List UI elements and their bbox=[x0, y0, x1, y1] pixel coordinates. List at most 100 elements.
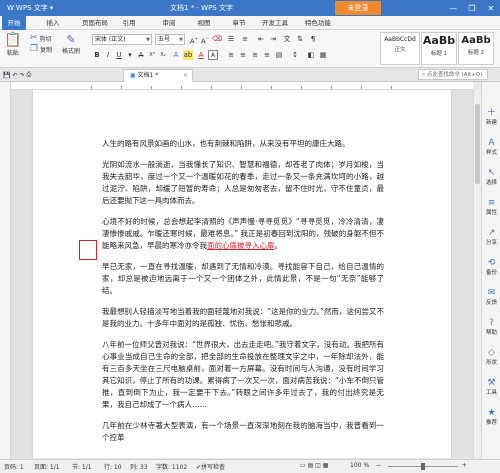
panel-new[interactable]: ＋ 新建 bbox=[482, 108, 500, 126]
paragraph: 几年前在少林寺著大型表演，有一个场景一直深深地刻在我的脑海当中，我曾看到一个控革 bbox=[102, 421, 384, 442]
close-tab-icon[interactable]: ✕ bbox=[183, 70, 188, 82]
spellcheck-button[interactable]: ✔拼写检查 bbox=[196, 462, 225, 471]
panel-label: 分享 bbox=[485, 240, 497, 246]
panel-styles[interactable]: A 样式 bbox=[482, 138, 500, 156]
distribute-icon[interactable]: ▤ bbox=[274, 50, 284, 60]
panel-label: 选择 bbox=[485, 180, 497, 186]
font-color-dropdown[interactable]: ▾ bbox=[125, 50, 135, 60]
copy-icon: ❐ bbox=[30, 44, 39, 54]
tab-references[interactable]: 引用 bbox=[118, 16, 140, 30]
numbered-list-icon[interactable]: ≡ bbox=[240, 34, 250, 44]
panel-select[interactable]: ↖ 选择 bbox=[482, 168, 500, 186]
zoom-slider-handle[interactable] bbox=[421, 463, 425, 470]
tab-page-layout[interactable]: 页面布局 bbox=[78, 16, 112, 30]
panel-shapes[interactable]: ◇ 形状 bbox=[482, 348, 500, 366]
redo-icon[interactable]: ↷ bbox=[20, 72, 25, 79]
line-spacing-icon[interactable]: ↕ bbox=[290, 50, 300, 60]
font-name-select[interactable]: 宋体 (正文) ▼ bbox=[92, 34, 152, 45]
underline-button[interactable]: U bbox=[114, 50, 124, 60]
window-title: 文档1 * - WPS 文字 bbox=[170, 4, 233, 12]
tab-developer[interactable]: 开发工具 bbox=[258, 16, 292, 30]
sort-icon[interactable]: ⇅ bbox=[295, 34, 305, 44]
document-tab-bar: 💾 ↶ ↷ ⎙ ▣ 文档1 * ✕ ⌕ 点此查找命令 (Alt+Q) bbox=[0, 68, 500, 82]
zoom-out-button[interactable]: − bbox=[376, 462, 381, 469]
brush-icon: ✎ bbox=[66, 33, 76, 46]
text-effect-button[interactable]: A bbox=[171, 50, 181, 60]
new-icon: ＋ bbox=[486, 108, 496, 118]
restore-button[interactable]: ❐ bbox=[463, 1, 481, 15]
tab-chapter[interactable]: 章节 bbox=[228, 16, 250, 30]
cut-button[interactable]: ✂ 剪切 bbox=[30, 34, 52, 44]
status-section: 节: 1/1 bbox=[72, 464, 92, 471]
view-mode-icons[interactable]: ▭ ▤ ◫ ▦ bbox=[300, 462, 328, 469]
style-heading-2[interactable]: AaBb 标题 2 bbox=[458, 32, 494, 65]
style-heading-1[interactable]: AaBb 标题 1 bbox=[421, 32, 457, 65]
chinese-layout-icon[interactable]: 文 bbox=[282, 34, 292, 44]
document-body[interactable]: 人生的路有风景如画的山水，也有荆棘和陷阱，从来没有平坦的康庄大路。 光阴如流水一… bbox=[102, 138, 384, 453]
superscript-button[interactable]: X² bbox=[147, 50, 157, 60]
command-search-input[interactable]: ⌕ 点此查找命令 (Alt+Q) bbox=[418, 69, 488, 80]
tab-review[interactable]: 审阅 bbox=[158, 16, 180, 30]
show-marks-icon[interactable]: ¶ bbox=[308, 34, 318, 44]
grow-font-button[interactable]: A+ bbox=[189, 34, 199, 45]
paragraph: 八年前一位师父曾对我说：“世界很大，出去走走吧。”我守着文字，没有动。我把所有心… bbox=[102, 340, 384, 409]
panel-backup[interactable]: ⟲ 备份 bbox=[482, 258, 500, 276]
vertical-scrollbar[interactable] bbox=[473, 90, 481, 458]
subscript-button[interactable]: X₂ bbox=[158, 50, 168, 60]
right-task-panel: ＋新建 A 样式 ↖ 选择 ≡ 属性 ↗ 分享 ⟲ 备份 ✉ 反馈 ? 帮助 ◇ 形状 ⚒ 工具 … bbox=[481, 82, 500, 459]
italic-button[interactable]: I bbox=[103, 50, 113, 60]
minimize-button[interactable]: — bbox=[444, 1, 462, 15]
format-painter-button[interactable]: ✎ 格式刷 bbox=[62, 34, 80, 55]
panel-recommend[interactable]: ★ 推荐 bbox=[482, 408, 500, 426]
tab-document1[interactable]: ▣ 文档1 * ✕ bbox=[123, 69, 193, 82]
char-border-button[interactable]: A bbox=[208, 50, 218, 60]
panel-feedback[interactable]: ✉ 反馈 bbox=[482, 288, 500, 306]
increase-indent-icon[interactable]: ⇥ bbox=[268, 34, 278, 44]
clear-format-icon[interactable]: ⌫ bbox=[212, 34, 222, 44]
zoom-in-button[interactable]: + bbox=[462, 462, 467, 469]
decrease-indent-icon[interactable]: ⇤ bbox=[256, 34, 266, 44]
font-color-button[interactable]: A bbox=[196, 50, 206, 60]
tab-features[interactable]: 特色功能 bbox=[300, 16, 336, 30]
shrink-font-button[interactable]: A− bbox=[200, 34, 210, 45]
panel-tools[interactable]: ⚒ 工具 bbox=[482, 378, 500, 396]
panel-share[interactable]: ↗ 分享 bbox=[482, 228, 500, 246]
tab-home[interactable]: 开始 bbox=[2, 16, 26, 30]
border-icon[interactable]: ▦ bbox=[318, 50, 328, 60]
panel-properties[interactable]: ≡ 属性 bbox=[482, 198, 500, 216]
style-normal[interactable]: AaBbCcDd 正文 bbox=[380, 32, 420, 65]
document-page[interactable]: 人生的路有风景如画的山水，也有荆棘和陷阱，从来没有平坦的康庄大路。 光阴如流水一… bbox=[33, 90, 451, 458]
print-icon[interactable]: ⎙ bbox=[27, 71, 32, 79]
ribbon-toolbar: 📋 粘贴 ✂ 剪切 ❐ 复制 ✎ 格式刷 宋体 (正文) ▼ 五号 ▼ A+ A− ⌫ … bbox=[0, 30, 500, 68]
status-words[interactable]: 字数: 1102 bbox=[156, 462, 187, 471]
close-button[interactable]: ✕ bbox=[482, 1, 500, 15]
bullet-list-icon[interactable]: ☰ bbox=[226, 34, 236, 44]
shading-icon[interactable]: ◧ bbox=[306, 50, 316, 60]
panel-help[interactable]: ? 帮助 bbox=[482, 318, 500, 336]
align-right-icon[interactable]: ≡ bbox=[250, 50, 260, 60]
strikethrough-button[interactable]: A bbox=[136, 50, 146, 60]
align-center-icon[interactable]: ≡ bbox=[238, 50, 248, 60]
align-left-icon[interactable]: ≡ bbox=[226, 50, 236, 60]
app-menu-button[interactable]: W WPS 文字 ▾ bbox=[3, 2, 57, 14]
bold-button[interactable]: B bbox=[92, 50, 102, 60]
save-icon[interactable]: 💾 bbox=[3, 72, 10, 79]
tools-icon: ⚒ bbox=[487, 378, 496, 388]
help-icon: ? bbox=[489, 318, 494, 328]
backup-icon: ⟲ bbox=[487, 258, 496, 268]
highlight-button[interactable]: ab bbox=[183, 50, 193, 60]
zoom-level[interactable]: 100 % bbox=[350, 462, 369, 469]
undo-icon[interactable]: ↶ bbox=[12, 72, 17, 79]
login-button[interactable]: 未登录 bbox=[335, 1, 381, 15]
horizontal-ruler[interactable] bbox=[11, 82, 473, 90]
paragraph: 光阴如流水一般淌逝，当我懂长了知识、智慧和福德，却苍老了肉体；岁月如梭，当我失去… bbox=[102, 160, 384, 205]
cursor-icon: ↖ bbox=[487, 168, 496, 178]
justify-icon[interactable]: ≡ bbox=[262, 50, 272, 60]
scroll-thumb[interactable] bbox=[475, 104, 480, 184]
paste-button[interactable]: 📋 粘贴 bbox=[4, 33, 21, 57]
tab-view[interactable]: 视图 bbox=[193, 16, 215, 30]
copy-button[interactable]: ❐ 复制 bbox=[30, 44, 52, 55]
font-size-select[interactable]: 五号 ▼ bbox=[155, 34, 185, 45]
style-sample: AaBb bbox=[461, 35, 491, 46]
tab-insert[interactable]: 插入 bbox=[42, 16, 64, 30]
